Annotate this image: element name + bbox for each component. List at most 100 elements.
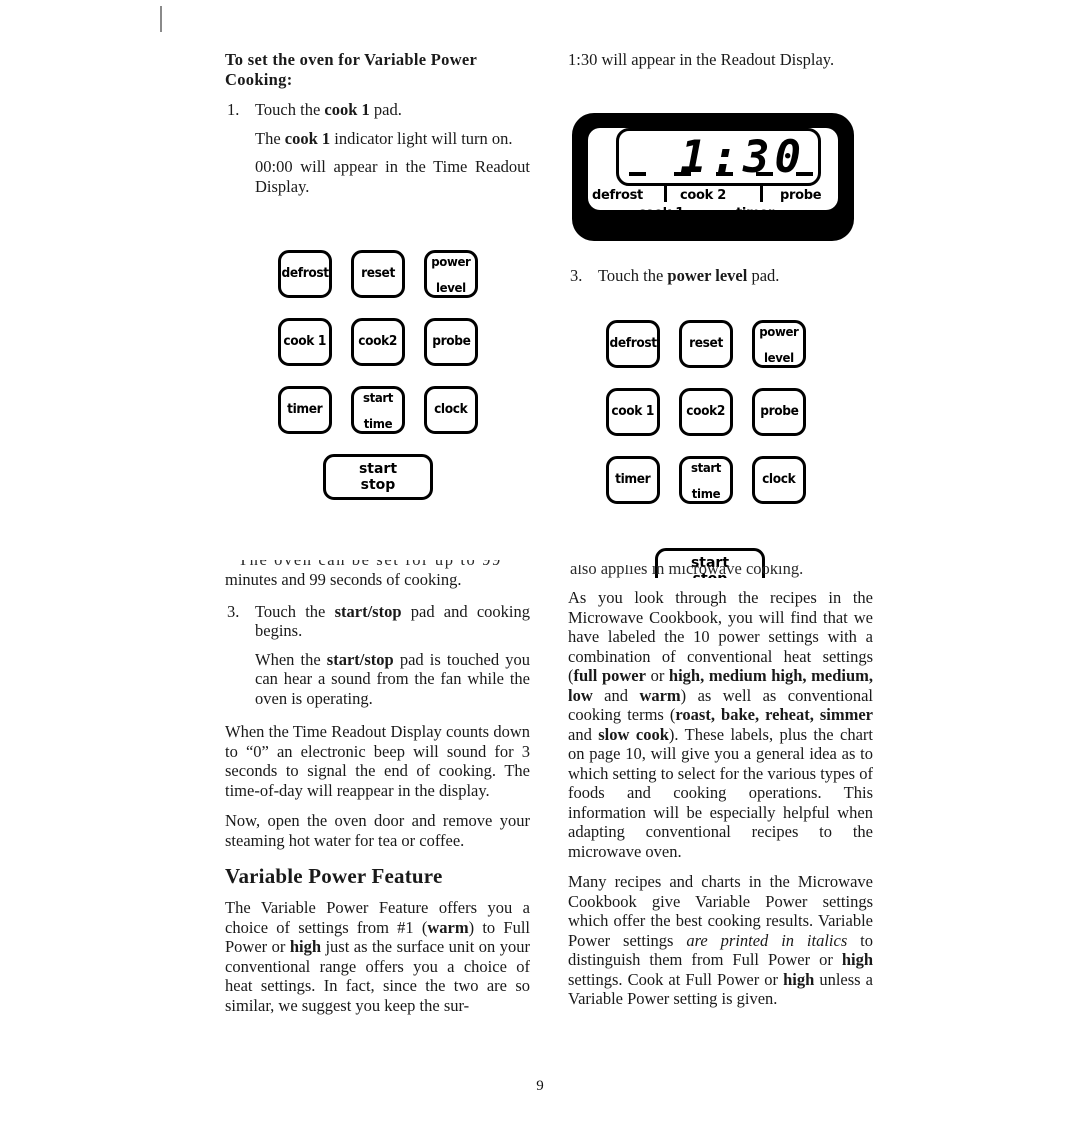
readout-display-graphic: 1:30 defrost cook 2 probe cook 1 timer (572, 113, 854, 241)
key-start-time[interactable]: start time (351, 386, 405, 434)
key-label: cook 1 (283, 334, 327, 350)
key-defrost[interactable]: defrost (278, 250, 332, 298)
step-number: 3. (227, 601, 240, 621)
key-label: defrost (609, 336, 657, 352)
keypad-row-3: timer start time clock (606, 456, 806, 504)
left-paragraph-variable-power: The Variable Power Feature offers you a … (225, 898, 530, 1015)
key-reset[interactable]: reset (679, 320, 733, 368)
text-fragment: When the (255, 649, 327, 669)
bold-term-high: high (783, 969, 815, 989)
key-defrost[interactable]: defrost (606, 320, 660, 368)
indicator-separator (664, 186, 667, 202)
key-label-line1: power (759, 323, 799, 339)
key-clock[interactable]: clock (424, 386, 478, 434)
key-start-stop[interactable]: start stop (323, 454, 433, 500)
step-3-note: When the start/stop pad is touched you c… (255, 650, 530, 709)
left-step-3: 3. Touch the start/stop pad and cooking … (225, 602, 530, 709)
keypad-row-3: timer start time clock (278, 386, 478, 434)
bold-pad-name: start/stop (326, 649, 394, 669)
left-column-top: To set the oven for Variable Power Cooki… (225, 50, 530, 206)
key-power-level[interactable]: power level (424, 250, 478, 298)
keypad-row-2: cook 1 cook2 probe (278, 318, 478, 366)
right-paragraph-many-recipes: Many recipes and charts in the Microwave… (568, 872, 873, 1009)
right-paragraph-recipes: As you look through the recipes in the M… (568, 588, 873, 861)
right-column-top: 1:30 will appear in the Readout Display. (568, 50, 873, 81)
step-1-note-readout: 00:00 will appear in the Time Readout Di… (255, 157, 530, 196)
left-column-bottom: minutes and 99 seconds of cooking. 3. To… (225, 570, 530, 1026)
key-timer[interactable]: timer (606, 456, 660, 504)
key-label: reset (689, 336, 723, 352)
text-fragment: and (568, 724, 599, 744)
step-3-power-level: Touch the power level pad. (598, 266, 873, 286)
key-cook-1[interactable]: cook 1 (606, 388, 660, 436)
italic-term-printed-italics: are printed in italics (686, 930, 848, 950)
key-label: cook2 (686, 404, 726, 420)
key-timer[interactable]: timer (278, 386, 332, 434)
key-start-time[interactable]: start time (679, 456, 733, 504)
right-step-3-block: 3. Touch the power level pad. (568, 266, 873, 296)
time-readout-digits: 1:30 (680, 132, 806, 183)
text-fragment: and (592, 685, 640, 705)
control-panel-keypad-right: defrost reset power level cook 1 cook2 pr… (606, 320, 806, 524)
segment-dash (629, 172, 646, 176)
text-fragment: or (645, 666, 669, 685)
key-clock[interactable]: clock (752, 456, 806, 504)
text-fragment: indicator light will turn on. (330, 128, 513, 148)
bold-pad-name: start/stop (334, 601, 402, 621)
step-3-instruction: Touch the start/stop pad and cooking beg… (255, 602, 530, 641)
clipped-text: The oven can be set for up to 99 (238, 560, 502, 569)
bold-term-slow-cook: slow cook (598, 724, 669, 744)
indicator-separator (760, 186, 763, 202)
indicator-label-defrost: defrost (592, 188, 643, 203)
right-step-3: 3. Touch the power level pad. (568, 266, 873, 286)
keypad-row-1: defrost reset power level (606, 320, 806, 368)
key-cook-1[interactable]: cook 1 (278, 318, 332, 366)
key-label-line1: start (362, 389, 394, 405)
key-probe[interactable]: probe (752, 388, 806, 436)
text-fragment: Touch the (255, 100, 325, 119)
keypad-row-4: start stop (278, 454, 478, 500)
bold-pad-name: cook 1 (324, 100, 370, 119)
left-paragraph-open-door: Now, open the oven door and remove your … (225, 811, 530, 850)
segment-dash (756, 172, 773, 176)
keypad-row-1: defrost reset power level (278, 250, 478, 298)
text-fragment: pad. (369, 100, 402, 119)
bold-term-warm: warm (639, 685, 681, 705)
step-1-note-indicator: The cook 1 indicator light will turn on. (255, 129, 530, 149)
key-probe[interactable]: probe (424, 318, 478, 366)
key-cook-2[interactable]: cook2 (351, 318, 405, 366)
text-fragment: pad. (747, 266, 780, 285)
key-label-line1: start (358, 461, 398, 477)
key-label: cook2 (358, 334, 398, 350)
key-power-level[interactable]: power level (752, 320, 806, 368)
scan-artifact-tick (160, 6, 162, 32)
bold-term-warm: warm (427, 917, 469, 937)
key-label-line2: level (764, 349, 794, 365)
indicator-label-cook1: cook 1 (638, 206, 684, 221)
display-face: 1:30 defrost cook 2 probe cook 1 timer (588, 128, 838, 221)
key-label: clock (434, 402, 468, 418)
clipped-text-line-right: also applies in microwave cooking. (570, 565, 880, 578)
key-label-line2: time (363, 415, 393, 431)
key-label: clock (762, 472, 796, 488)
key-label-line1: power (431, 253, 471, 269)
bold-pad-name: power level (667, 266, 748, 285)
right-column-bottom: As you look through the recipes in the M… (568, 588, 873, 1020)
text-fragment: settings. Cook at Full Power or (568, 969, 784, 989)
key-label-line2: stop (360, 477, 396, 493)
step-number: 3. (570, 266, 583, 285)
key-label-line1: start (690, 459, 722, 475)
key-cook-2[interactable]: cook2 (679, 388, 733, 436)
key-label: timer (287, 402, 323, 418)
control-panel-keypad-left: defrost reset power level cook 1 cook2 pr… (278, 250, 478, 500)
clipped-text-line-left: The oven can be set for up to 99 (238, 560, 538, 569)
segment-dash (674, 172, 691, 176)
text-fragment: The (255, 128, 285, 148)
keypad-row-2: cook 1 cook2 probe (606, 388, 806, 436)
segment-dash (796, 172, 813, 176)
text-fragment: Touch the (598, 266, 668, 285)
key-label-line2: time (691, 485, 721, 501)
text-fragment: ). These labels, plus the chart on page … (568, 724, 873, 861)
bold-term-full-power: full power (573, 666, 646, 685)
key-reset[interactable]: reset (351, 250, 405, 298)
